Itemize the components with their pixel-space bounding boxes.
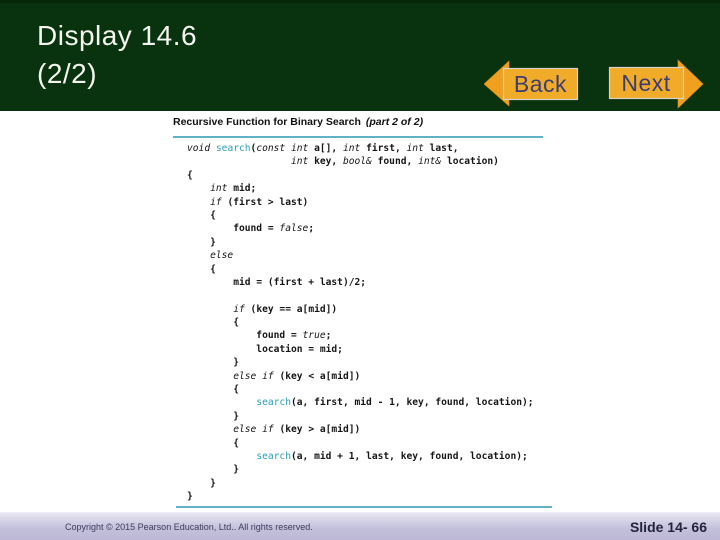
slide-header: Display 14.6 (2/2) Back Next [0,0,720,111]
slide-title-line1: Display 14.6 [37,20,198,51]
slide-footer: Copyright © 2015 Pearson Education, Ltd.… [0,512,720,540]
next-button-label: Next [621,69,671,96]
figure-bottom-rule [176,506,552,508]
copyright-text: Copyright © 2015 Pearson Education, Ltd.… [65,521,313,532]
slide-title-line2: (2/2) [37,58,98,89]
code-block: void search(const int a[], int first, in… [187,143,534,503]
slide-title: Display 14.6 (2/2) [37,17,197,93]
slide-number: Slide 14- 66 [629,518,707,535]
back-button-label: Back [513,70,568,97]
figure-title: Recursive Function for Binary Search (par… [173,116,423,128]
figure-title-text: Recursive Function for Binary Search [173,116,361,128]
back-button[interactable]: Back [484,60,579,107]
presentation-slide: Display 14.6 (2/2) Back Next Recursive F… [0,0,720,540]
figure-top-rule [173,136,543,138]
figure-title-part: (part 2 of 2) [365,116,424,128]
next-button[interactable]: Next [606,59,704,109]
